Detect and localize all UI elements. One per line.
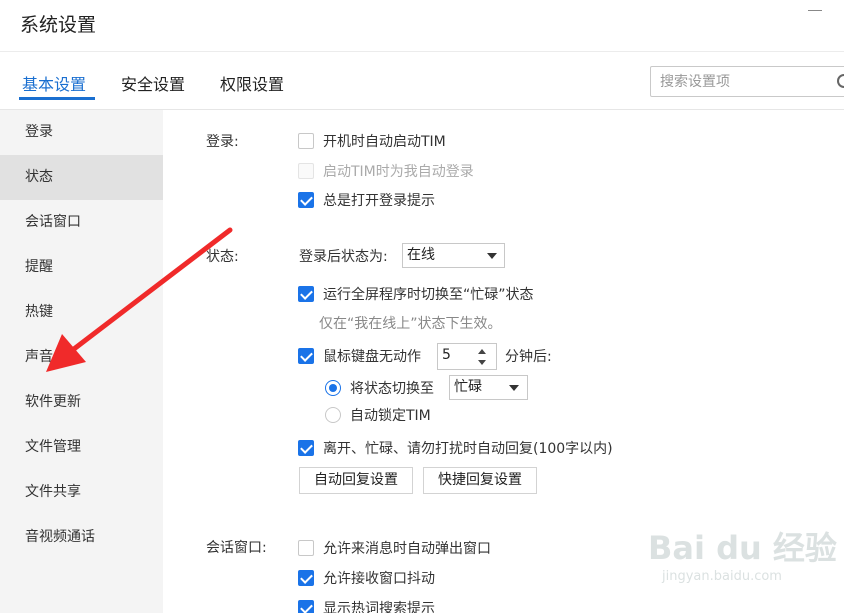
login-section-label: 登录: bbox=[206, 134, 239, 150]
hotword-search-label: 显示热词搜索提示 bbox=[323, 601, 435, 613]
title-bar: 系统设置 bbox=[0, 0, 844, 52]
window-shake-label: 允许接收窗口抖动 bbox=[323, 571, 435, 587]
login-prompt-checkbox[interactable] bbox=[298, 192, 314, 208]
active-tab-indicator bbox=[19, 97, 95, 100]
auto-popup-option[interactable]: 允许来消息时自动弹出窗口 bbox=[298, 538, 491, 558]
watermark-logo: Bai du 经验 bbox=[648, 529, 837, 567]
auto-lock-option[interactable]: 自动锁定TIM bbox=[325, 405, 431, 425]
auto-reply-option[interactable]: 离开、忙碌、请勿打扰时自动回复(100字以内) bbox=[298, 438, 613, 458]
login-prompt-label: 总是打开登录提示 bbox=[323, 193, 435, 209]
idle-minutes-suffix: 分钟后: bbox=[505, 349, 552, 365]
auto-login-option: 启动TIM时为我自动登录 bbox=[298, 161, 474, 181]
auto-popup-label: 允许来消息时自动弹出窗口 bbox=[323, 541, 491, 557]
tab-bar: 基本设置 安全设置 权限设置 bbox=[0, 53, 844, 110]
hotword-search-option[interactable]: 显示热词搜索提示 bbox=[298, 598, 435, 613]
idle-checkbox[interactable] bbox=[298, 348, 314, 364]
hotword-search-checkbox[interactable] bbox=[298, 600, 314, 613]
sidebar-item-sound[interactable]: 声音 bbox=[0, 335, 163, 380]
after-login-status-select[interactable]: 在线 bbox=[402, 243, 505, 268]
tab-basic-settings[interactable]: 基本设置 bbox=[22, 71, 86, 95]
quick-reply-settings-button[interactable]: 快捷回复设置 bbox=[423, 467, 537, 494]
switch-status-radio[interactable] bbox=[325, 380, 341, 396]
sidebar-item-reminder[interactable]: 提醒 bbox=[0, 245, 163, 290]
tab-security-settings[interactable]: 安全设置 bbox=[121, 71, 185, 95]
window-shake-option[interactable]: 允许接收窗口抖动 bbox=[298, 568, 435, 588]
sidebar-item-hotkeys[interactable]: 热键 bbox=[0, 290, 163, 335]
fullscreen-busy-checkbox[interactable] bbox=[298, 286, 314, 302]
sidebar-item-chat-window[interactable]: 会话窗口 bbox=[0, 200, 163, 245]
chat-window-section-label: 会话窗口: bbox=[206, 540, 267, 556]
auto-reply-settings-button[interactable]: 自动回复设置 bbox=[299, 467, 413, 494]
search-input[interactable] bbox=[660, 72, 830, 92]
auto-start-label: 开机时自动启动TIM bbox=[323, 134, 446, 150]
window-shake-checkbox[interactable] bbox=[298, 570, 314, 586]
search-box[interactable] bbox=[650, 66, 844, 97]
auto-start-option[interactable]: 开机时自动启动TIM bbox=[298, 131, 446, 151]
chevron-down-icon bbox=[487, 253, 497, 259]
stepper-down-icon[interactable] bbox=[478, 360, 486, 365]
auto-popup-checkbox[interactable] bbox=[298, 540, 314, 556]
auto-login-label: 启动TIM时为我自动登录 bbox=[323, 164, 474, 180]
sidebar-item-status[interactable]: 状态 bbox=[0, 155, 163, 200]
sidebar: 登录 状态 会话窗口 提醒 热键 声音 软件更新 文件管理 文件共享 音视频通话 bbox=[0, 110, 163, 613]
watermark-url: jingyan.baidu.com bbox=[662, 569, 782, 584]
baidu-watermark: Bai du 经验 jingyan.baidu.com bbox=[648, 523, 838, 595]
search-icon[interactable] bbox=[837, 74, 844, 88]
idle-option[interactable]: 鼠标键盘无动作 bbox=[298, 346, 421, 366]
switch-status-select[interactable]: 忙碌 bbox=[449, 375, 528, 400]
fullscreen-busy-label: 运行全屏程序时切换至“忙碌”状态 bbox=[323, 287, 534, 303]
switch-status-option[interactable]: 将状态切换至 bbox=[325, 378, 434, 398]
switch-status-value: 忙碌 bbox=[454, 379, 482, 395]
after-login-status-value: 在线 bbox=[407, 247, 435, 263]
sidebar-item-software-update[interactable]: 软件更新 bbox=[0, 380, 163, 425]
stepper-up-icon[interactable] bbox=[478, 349, 486, 354]
sidebar-item-login[interactable]: 登录 bbox=[0, 110, 163, 155]
chevron-down-icon bbox=[509, 385, 519, 391]
auto-lock-label: 自动锁定TIM bbox=[350, 408, 431, 424]
minimize-icon[interactable] bbox=[808, 10, 822, 11]
window-title: 系统设置 bbox=[20, 14, 97, 36]
fullscreen-busy-option[interactable]: 运行全屏程序时切换至“忙碌”状态 bbox=[298, 284, 534, 304]
auto-reply-label: 离开、忙碌、请勿打扰时自动回复(100字以内) bbox=[323, 441, 613, 457]
auto-reply-checkbox[interactable] bbox=[298, 440, 314, 456]
login-prompt-option[interactable]: 总是打开登录提示 bbox=[298, 190, 435, 210]
auto-start-checkbox[interactable] bbox=[298, 133, 314, 149]
status-section-label: 状态: bbox=[206, 249, 239, 265]
idle-minutes-stepper[interactable]: 5 bbox=[437, 343, 497, 370]
auto-lock-radio[interactable] bbox=[325, 407, 341, 423]
idle-minutes-value[interactable]: 5 bbox=[442, 347, 451, 363]
sidebar-item-file-sharing[interactable]: 文件共享 bbox=[0, 470, 163, 515]
after-login-status-label: 登录后状态为: bbox=[299, 249, 388, 265]
auto-login-checkbox bbox=[298, 163, 314, 179]
switch-status-label: 将状态切换至 bbox=[350, 381, 434, 397]
tab-permission-settings[interactable]: 权限设置 bbox=[220, 71, 284, 95]
sidebar-item-av-call[interactable]: 音视频通话 bbox=[0, 515, 163, 560]
fullscreen-hint: 仅在“我在线上”状态下生效。 bbox=[319, 316, 502, 332]
sidebar-item-file-management[interactable]: 文件管理 bbox=[0, 425, 163, 470]
idle-label: 鼠标键盘无动作 bbox=[323, 349, 421, 365]
